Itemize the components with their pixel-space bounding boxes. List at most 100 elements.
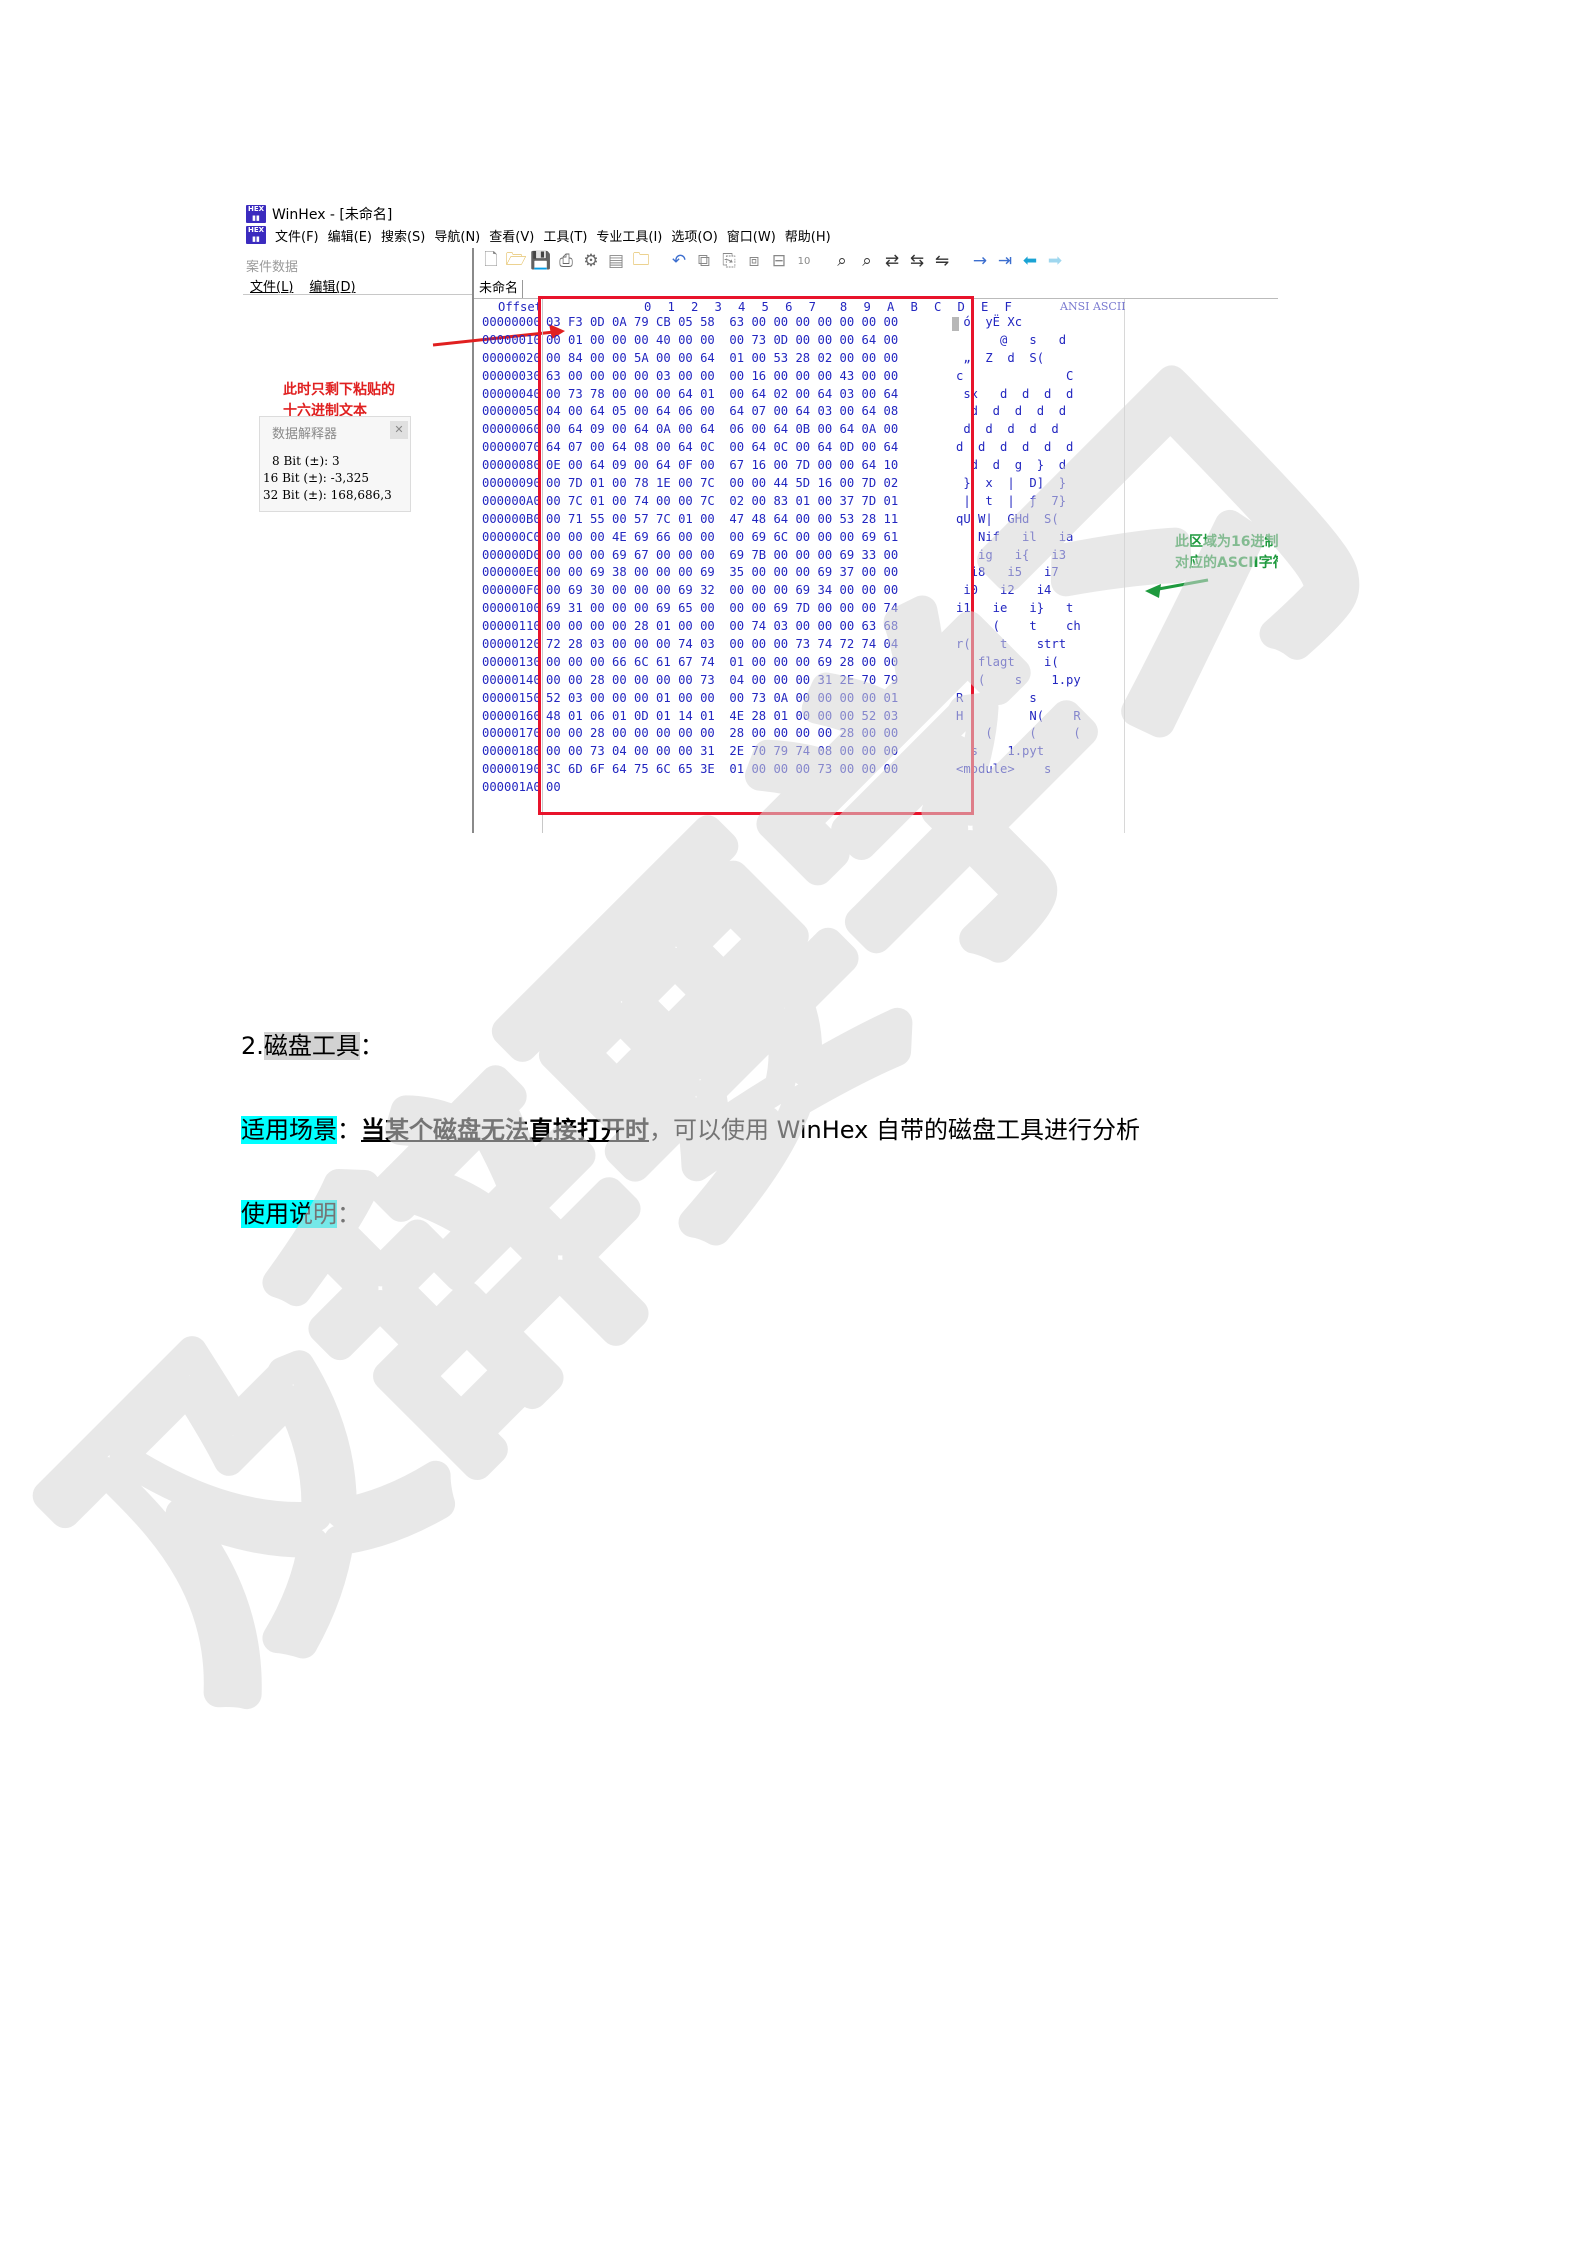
new-file-icon[interactable]: 🗋 xyxy=(480,250,502,272)
case-menu: 文件(L) 编辑(D) xyxy=(250,276,356,295)
ascii-row[interactable]: ó yË Xc xyxy=(956,314,1081,332)
ascii-row[interactable]: R s xyxy=(956,690,1081,708)
ascii-row[interactable]: d d g } d xyxy=(956,457,1081,475)
disk-icon[interactable]: ▤ xyxy=(605,250,627,272)
folder-icon[interactable]: 🗀 xyxy=(630,250,652,272)
title-bar: HEX ▮▮ WinHex - [未命名] xyxy=(246,204,392,224)
find-hex-icon[interactable]: ⌕ xyxy=(856,250,878,272)
menu-help[interactable]: 帮助(H) xyxy=(785,226,831,245)
offset-cell: 00000070 xyxy=(482,440,541,455)
divider xyxy=(243,294,472,295)
paste-special-icon[interactable]: ⊟ xyxy=(768,250,790,272)
ascii-row[interactable]: ig i{ i3 xyxy=(956,547,1081,565)
case-menu-file[interactable]: 文件(L) xyxy=(250,276,293,295)
ascii-row[interactable]: d d d d d d xyxy=(956,439,1081,457)
replace-bin-icon[interactable]: ⇋ xyxy=(931,250,953,272)
ascii-row[interactable]: ( t ch xyxy=(956,618,1081,636)
forward-arrow-icon[interactable]: ➡ xyxy=(1044,250,1066,272)
save-icon[interactable]: 💾 xyxy=(530,250,552,272)
undo-icon[interactable]: ↶ xyxy=(668,250,690,272)
ascii-row[interactable]: i1 ie i} t xyxy=(956,600,1081,618)
offset-cell: 000001A0 xyxy=(482,780,541,795)
ascii-row[interactable]: „ Z d S( xyxy=(956,350,1081,368)
menu-file[interactable]: 文件(F) xyxy=(275,226,319,245)
scenario-text: 自带的磁盘工具进行分析 xyxy=(868,1116,1140,1144)
ascii-row[interactable]: <module> s xyxy=(956,761,1081,779)
menu-edit[interactable]: 编辑(E) xyxy=(328,226,372,245)
goto-offset-icon[interactable]: → xyxy=(969,250,991,272)
scenario-paragraph: 适用场景：当某个磁盘无法直接打开时，可以使用 WinHex 自带的磁盘工具进行分… xyxy=(241,1114,1140,1146)
cut-icon[interactable]: ⧈ xyxy=(743,250,765,272)
ascii-row[interactable]: ( ( ( xyxy=(956,725,1080,743)
copy-icon[interactable]: ⧉ xyxy=(693,250,715,272)
offset-cell: 00000190 xyxy=(482,762,541,777)
offset-cell: 000000D0 xyxy=(482,547,541,562)
scenario-text: ，可以使用 xyxy=(649,1116,777,1144)
ascii-row[interactable]: flagt i( xyxy=(956,654,1081,672)
offset-cell: 00000100 xyxy=(482,601,541,616)
ascii-row[interactable]: ( s 1.py xyxy=(956,672,1081,690)
replace-text-icon[interactable]: ⇆ xyxy=(906,250,928,272)
menu-search[interactable]: 搜索(S) xyxy=(381,226,425,245)
menu-options[interactable]: 选项(O) xyxy=(671,226,717,245)
section-title: 磁盘工具 xyxy=(263,1032,360,1060)
menu-tools[interactable]: 工具(T) xyxy=(543,226,587,245)
menu-view[interactable]: 查看(V) xyxy=(489,226,534,245)
tab-unnamed[interactable]: 未命名 xyxy=(477,280,524,298)
offset-header: Offset xyxy=(498,300,543,314)
toolbar-separator xyxy=(818,250,828,272)
close-icon[interactable]: ✕ xyxy=(390,421,408,439)
ascii-row[interactable]: r( t strt xyxy=(956,636,1081,654)
menu-window[interactable]: 窗口(W) xyxy=(727,226,776,245)
offset-cell: 000000A0 xyxy=(482,493,541,508)
ascii-row[interactable]: @ s d xyxy=(956,332,1081,350)
ascii-header: ANSI ASCII xyxy=(1060,300,1126,313)
menu-pro-tools[interactable]: 专业工具(I) xyxy=(596,226,662,245)
offset-cell: 00000000 xyxy=(482,315,541,329)
back-arrow-icon[interactable]: ⬅ xyxy=(1019,250,1041,272)
scenario-winhex: WinHex xyxy=(776,1116,869,1144)
goto-end-icon[interactable]: ⇥ xyxy=(994,250,1016,272)
interpreter-32bit: 32 Bit (±): 168,686,3 xyxy=(263,488,392,502)
offset-cell: 00000050 xyxy=(482,404,541,419)
ascii-row[interactable]: c C xyxy=(956,368,1081,386)
winhex-doc-icon: HEX ▮▮ xyxy=(246,226,266,244)
toolbar-separator xyxy=(655,250,665,272)
hex-editor[interactable]: Offset 0 1 2 3 4 5 6 7 8 9 A B C D E F A… xyxy=(474,296,1278,833)
binary-icon[interactable]: 10 xyxy=(793,250,815,272)
winhex-logo-icon: HEX ▮▮ xyxy=(246,205,266,223)
properties-icon[interactable]: ⚙ xyxy=(580,250,602,272)
toolbar-separator xyxy=(956,250,966,272)
scenario-label: 适用场景 xyxy=(241,1116,337,1144)
open-folder-icon[interactable]: 🗁 xyxy=(505,250,527,272)
ascii-row[interactable]: d d d d d xyxy=(956,403,1081,421)
find-icon[interactable]: ⌕ xyxy=(831,250,853,272)
offset-cell: 00000150 xyxy=(482,690,541,705)
case-menu-edit[interactable]: 编辑(D) xyxy=(309,276,355,295)
ascii-row[interactable]: Nif il ia xyxy=(956,529,1081,547)
ascii-row[interactable]: i8 i5 i7 xyxy=(956,564,1081,582)
paste-icon[interactable]: ⎘ xyxy=(718,250,740,272)
highlight-box xyxy=(538,296,974,815)
ascii-row[interactable] xyxy=(956,779,1081,797)
print-icon[interactable]: ⎙ xyxy=(555,250,577,272)
data-interpreter-panel: 数据解释器 ✕ 8 Bit (±): 3 16 Bit (±): -3,325 … xyxy=(259,416,411,512)
offset-cell: 00000030 xyxy=(482,368,541,383)
winhex-screenshot: HEX ▮▮ WinHex - [未命名] HEX ▮▮ 文件(F) 编辑(E) 搜… xyxy=(243,200,1278,833)
ascii-row[interactable]: d d d d d xyxy=(956,421,1081,439)
replace-hex-icon[interactable]: ⇄ xyxy=(881,250,903,272)
ascii-row[interactable]: s 1.pyt xyxy=(956,743,1081,761)
section-number: 2. xyxy=(241,1032,264,1060)
ascii-row[interactable]: sx d d d d xyxy=(956,386,1081,404)
section-heading: 2.磁盘工具： xyxy=(241,1030,384,1062)
punctuation: ： xyxy=(359,1032,384,1060)
menu-navigate[interactable]: 导航(N) xyxy=(434,226,480,245)
ascii-row[interactable]: } x | D] } xyxy=(956,475,1081,493)
offset-cell: 00000090 xyxy=(482,476,541,491)
offset-cell: 000000E0 xyxy=(482,565,541,580)
ascii-row[interactable]: H N( R xyxy=(956,708,1081,726)
punctuation: ： xyxy=(337,1116,361,1144)
ascii-row[interactable]: | t | ƒ 7} xyxy=(956,493,1081,511)
ascii-row[interactable]: i0 i2 i4 xyxy=(956,582,1081,600)
ascii-row[interactable]: qU W| GHd S( xyxy=(956,511,1081,529)
